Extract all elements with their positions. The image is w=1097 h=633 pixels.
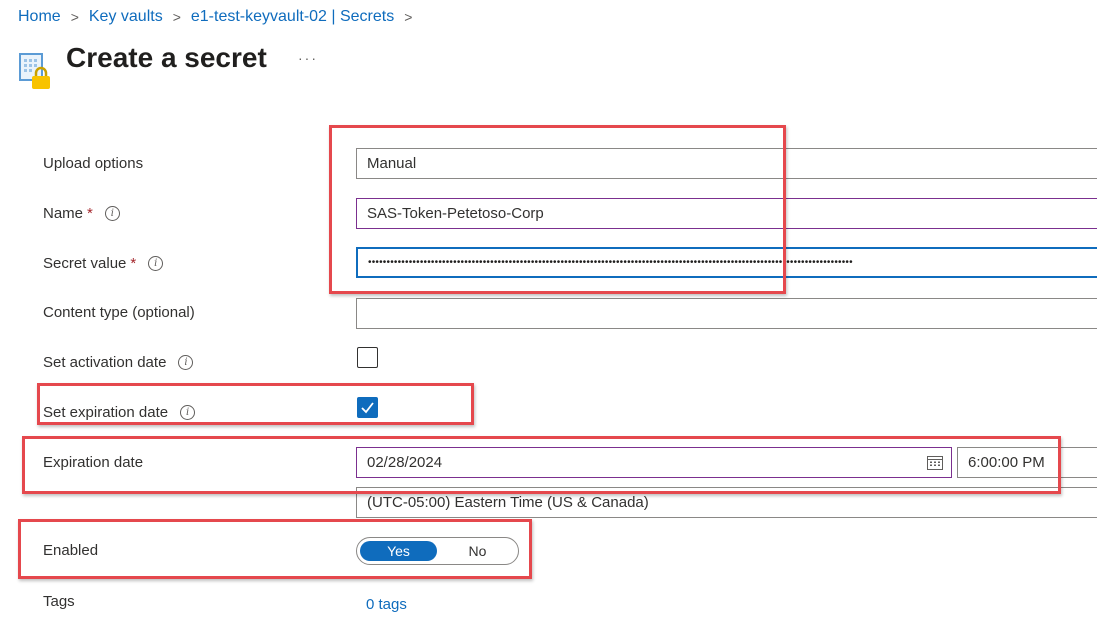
calendar-icon[interactable] <box>927 455 943 470</box>
tags-link[interactable]: 0 tags <box>366 596 407 613</box>
name-input[interactable]: SAS-Token-Petetoso-Corp <box>356 198 1097 229</box>
info-icon[interactable]: i <box>104 206 120 221</box>
expiration-date-checkbox[interactable] <box>357 397 378 418</box>
secret-value-label: Secret value * i <box>43 255 164 272</box>
activation-date-label: Set activation date i <box>43 354 194 371</box>
expiration-date-label-text: Expiration date <box>43 454 144 471</box>
tags-label: Tags <box>43 593 75 610</box>
upload-options-label-text: Upload options <box>43 155 144 172</box>
enabled-yes-option[interactable]: Yes <box>360 541 437 561</box>
tags-label-text: Tags <box>43 593 75 610</box>
name-label: Name * i <box>43 205 120 222</box>
expiration-date-toggle-label-text: Set expiration date <box>43 404 169 421</box>
more-options-icon[interactable]: ··· <box>298 50 318 66</box>
breadcrumb-home-link[interactable]: Home <box>18 8 61 26</box>
upload-options-select[interactable]: Manual <box>356 148 1097 179</box>
chevron-right-icon: > <box>172 9 181 25</box>
content-type-label-text: Content type (optional) <box>43 304 195 321</box>
expiration-date-input[interactable]: 02/28/2024 <box>356 447 952 478</box>
breadcrumb-key-vaults-link[interactable]: Key vaults <box>89 8 163 26</box>
secret-value-masked: ••••••••••••••••••••••••••••••••••••••••… <box>368 257 853 268</box>
enabled-label: Enabled <box>43 542 98 559</box>
expiration-time-input[interactable]: 6:00:00 PM <box>957 447 1097 478</box>
upload-options-value: Manual <box>367 155 417 172</box>
required-asterisk: * <box>130 255 137 272</box>
page-title: Create a secret <box>66 42 267 73</box>
activation-date-checkbox[interactable] <box>357 347 378 368</box>
content-type-label: Content type (optional) <box>43 304 195 321</box>
chevron-right-icon: > <box>70 9 79 25</box>
checkmark-icon <box>361 402 374 414</box>
chevron-right-icon: > <box>404 9 413 25</box>
enabled-toggle[interactable]: Yes No <box>356 537 519 565</box>
name-label-text: Name <box>43 205 84 222</box>
secret-value-input[interactable]: ••••••••••••••••••••••••••••••••••••••••… <box>356 247 1097 278</box>
key-vault-secret-icon <box>19 53 50 89</box>
expiration-date-value: 02/28/2024 <box>367 454 443 471</box>
breadcrumb: Home > Key vaults > e1-test-keyvault-02 … <box>18 8 422 26</box>
required-asterisk: * <box>87 205 93 222</box>
content-type-input[interactable] <box>356 298 1097 329</box>
info-icon[interactable]: i <box>178 355 194 370</box>
name-input-value: SAS-Token-Petetoso-Corp <box>367 205 544 222</box>
enabled-label-text: Enabled <box>43 542 99 559</box>
activation-date-label-text: Set activation date <box>43 354 167 371</box>
info-icon[interactable]: i <box>148 256 164 271</box>
expiration-time-value: 6:00:00 PM <box>968 454 1045 471</box>
secret-value-label-text: Secret value <box>43 255 127 272</box>
breadcrumb-secrets-link[interactable]: e1-test-keyvault-02 | Secrets <box>191 8 394 26</box>
enabled-no-option[interactable]: No <box>439 541 516 561</box>
expiration-date-label: Expiration date <box>43 454 143 471</box>
timezone-value: (UTC-05:00) Eastern Time (US & Canada) <box>367 494 649 511</box>
info-icon[interactable]: i <box>180 405 196 420</box>
timezone-select[interactable]: (UTC-05:00) Eastern Time (US & Canada) <box>356 487 1097 518</box>
expiration-date-toggle-label: Set expiration date i <box>43 404 196 421</box>
upload-options-label: Upload options <box>43 155 143 172</box>
